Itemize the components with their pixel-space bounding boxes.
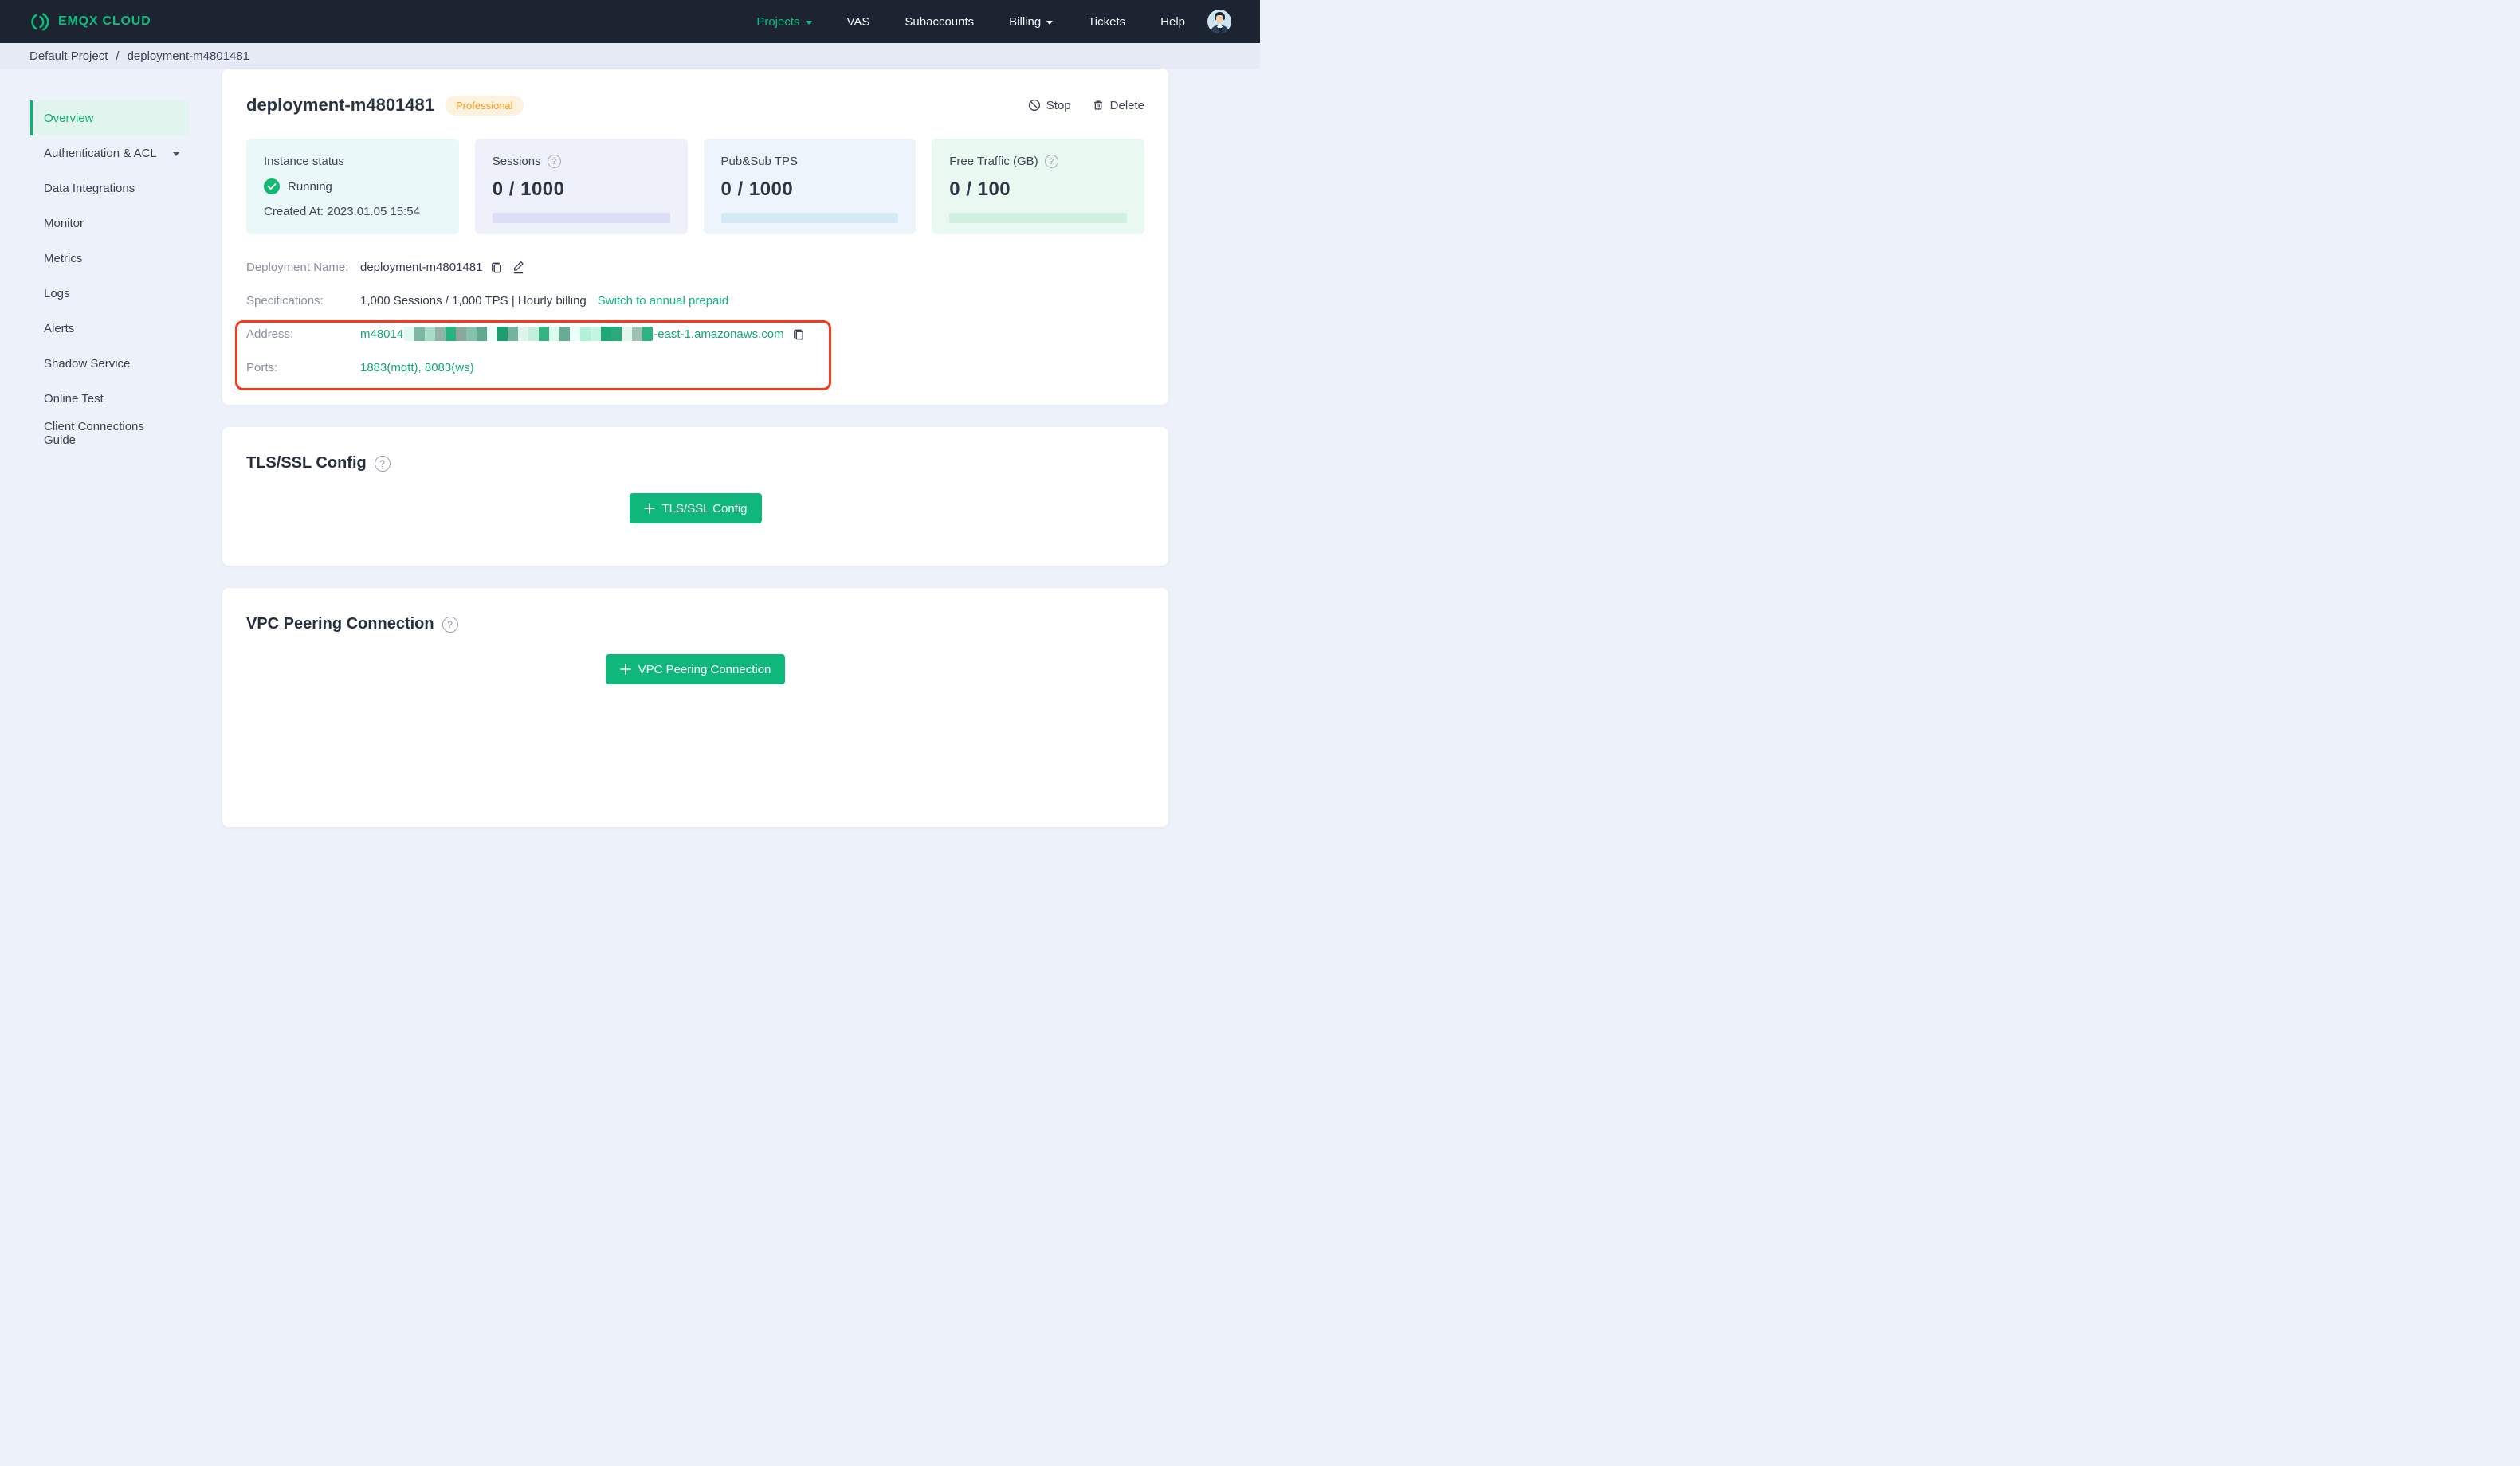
ports-label: Ports: (246, 360, 278, 374)
chevron-down-icon (173, 151, 179, 156)
sidebar: Overview Authentication & ACL Data Integ… (0, 69, 222, 451)
chevron-down-icon (805, 20, 812, 25)
traffic-value: 0 / 100 (949, 178, 1011, 200)
vpc-peering-card: VPC Peering Connection ? VPC Peering Con… (222, 588, 1168, 827)
sidebar-item-online-test[interactable]: Online Test (30, 381, 189, 416)
sidebar-item-shadow-service[interactable]: Shadow Service (30, 346, 189, 381)
tps-value: 0 / 1000 (720, 178, 794, 200)
sidebar-item-authentication-acl[interactable]: Authentication & ACL (30, 135, 189, 171)
avatar-face (1216, 15, 1223, 22)
nav-item-vas[interactable]: VAS (847, 15, 870, 29)
switch-annual-prepaid-link[interactable]: Switch to annual prepaid (598, 294, 728, 308)
plan-badge: Professional (446, 95, 524, 116)
sidebar-item-data-integrations[interactable]: Data Integrations (30, 171, 189, 206)
copy-icon (793, 329, 803, 339)
running-check-icon (264, 178, 280, 194)
specifications-value: 1,000 Sessions / 1,000 TPS | Hourly bill… (360, 293, 587, 308)
plus-icon (643, 503, 655, 514)
main-content: deployment-m4801481 Professional Stop De… (222, 69, 1168, 859)
nav-item-billing[interactable]: Billing (1009, 15, 1054, 29)
chevron-down-icon (1046, 20, 1054, 25)
nav-item-projects[interactable]: Projects (756, 15, 812, 29)
deployment-header: deployment-m4801481 Professional Stop De… (246, 92, 1144, 118)
deployment-actions: Stop Delete (1028, 99, 1144, 112)
specifications-label: Specifications: (246, 293, 324, 308)
vpc-peering-title: VPC Peering Connection (246, 615, 434, 633)
user-avatar[interactable] (1207, 10, 1231, 33)
edit-name-button[interactable] (512, 261, 525, 274)
nav-menu: Projects VAS Subaccounts Billing Tickets… (756, 15, 1185, 29)
page-title: deployment-m4801481 (246, 95, 434, 115)
address-label: Address: (246, 327, 294, 341)
help-icon[interactable]: ? (547, 155, 561, 168)
created-at-text: Created At: 2023.01.05 15:54 (264, 205, 420, 218)
address-prefix: m48014 (360, 327, 404, 341)
address-row: Address: m48014 -east-1.amazonaws.com (246, 322, 1144, 346)
traffic-progress-bar (949, 213, 1127, 223)
stat-instance-status: Instance status Running Created At: 2023… (246, 139, 459, 234)
help-icon[interactable]: ? (442, 616, 458, 633)
deployment-name-row: Deployment Name: deployment-m4801481 (246, 255, 1144, 279)
sidebar-item-alerts[interactable]: Alerts (30, 311, 189, 346)
brand-logo[interactable]: EMQX CLOUD (29, 11, 151, 33)
sidebar-item-logs[interactable]: Logs (30, 276, 189, 311)
specifications-row: Specifications: 1,000 Sessions / 1,000 T… (246, 288, 1144, 312)
sidebar-item-metrics[interactable]: Metrics (30, 241, 189, 276)
breadcrumb: Default Project / deployment-m4801481 (0, 43, 1260, 69)
stat-label: Sessions (492, 155, 541, 168)
sessions-value: 0 / 1000 (492, 178, 565, 200)
copy-address-button[interactable] (792, 327, 806, 341)
deployment-name-label: Deployment Name: (246, 260, 349, 274)
sidebar-item-client-connections-guide[interactable]: Client Connections Guide (30, 416, 189, 451)
sidebar-item-overview[interactable]: Overview (30, 100, 189, 135)
help-icon[interactable]: ? (1044, 155, 1058, 168)
copy-name-button[interactable] (490, 261, 504, 274)
breadcrumb-current: deployment-m4801481 (127, 49, 249, 63)
nav-item-subaccounts[interactable]: Subaccounts (905, 15, 974, 29)
address-redaction-mosaic (404, 327, 654, 341)
emqx-logo-icon (31, 12, 49, 31)
help-icon[interactable]: ? (374, 455, 391, 472)
address-suffix: -east-1.amazonaws.com (654, 327, 784, 341)
stat-label: Free Traffic (GB) (949, 155, 1038, 168)
stat-label: Pub&Sub TPS (720, 155, 798, 168)
nav-item-tickets[interactable]: Tickets (1088, 15, 1125, 29)
brand-name: EMQX CLOUD (58, 14, 151, 28)
stat-sessions: Sessions ? 0 / 1000 (474, 139, 688, 234)
deployment-info: Deployment Name: deployment-m4801481 Spe… (246, 255, 1144, 379)
copy-icon (492, 262, 502, 272)
breadcrumb-project[interactable]: Default Project (29, 49, 108, 63)
tps-progress-bar (720, 213, 899, 223)
add-tls-ssl-config-button[interactable]: TLS/SSL Config (629, 493, 762, 523)
breadcrumb-separator: / (116, 49, 120, 63)
tls-ssl-config-card: TLS/SSL Config ? TLS/SSL Config (222, 427, 1168, 566)
deployment-overview-card: deployment-m4801481 Professional Stop De… (222, 69, 1168, 405)
stat-pubsub-tps: Pub&Sub TPS 0 / 1000 (703, 139, 917, 234)
stat-label: Instance status (264, 155, 344, 168)
nav-item-help[interactable]: Help (1160, 15, 1185, 29)
edit-pencil-icon (514, 261, 524, 273)
deployment-name-value: deployment-m4801481 (360, 260, 483, 274)
sidebar-item-monitor[interactable]: Monitor (30, 206, 189, 241)
instance-status-value: Running (288, 179, 332, 194)
sessions-progress-bar (492, 213, 670, 223)
delete-button[interactable]: Delete (1092, 99, 1144, 112)
stat-cards: Instance status Running Created At: 2023… (246, 139, 1144, 234)
stop-icon (1028, 99, 1040, 112)
stat-free-traffic: Free Traffic (GB) ? 0 / 100 (932, 139, 1144, 234)
top-nav: EMQX CLOUD Projects VAS Subaccounts Bill… (0, 0, 1260, 43)
tls-ssl-config-title: TLS/SSL Config (246, 454, 367, 472)
plus-icon (619, 664, 631, 675)
add-vpc-peering-button[interactable]: VPC Peering Connection (605, 654, 786, 684)
ports-value: 1883(mqtt), 8083(ws) (360, 360, 474, 374)
trash-icon (1093, 100, 1102, 110)
stop-button[interactable]: Stop (1028, 99, 1071, 112)
ports-row: Ports: 1883(mqtt), 8083(ws) (246, 355, 1144, 379)
avatar-tie (1219, 28, 1222, 33)
